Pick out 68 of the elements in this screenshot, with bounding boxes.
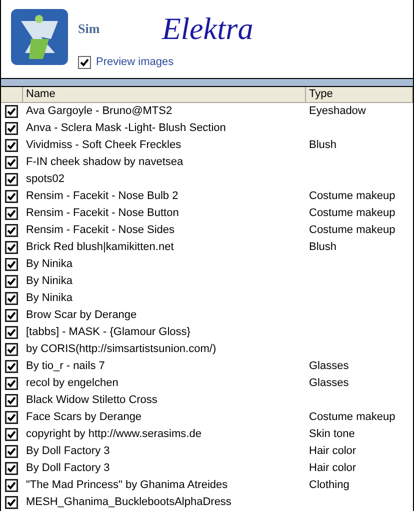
item-name: by CORIS(http://simsartistsunion.com/): [26, 343, 216, 356]
item-name: Ava Gargoyle - Bruno@MTS2: [26, 105, 172, 118]
row-checkbox[interactable]: [5, 462, 18, 475]
row-checkbox[interactable]: [5, 326, 18, 339]
item-name: Brick Red blush|kamikitten.net: [26, 241, 174, 254]
item-type: Glasses: [309, 360, 349, 372]
item-name: "The Mad Princess" by Ghanima Atreides: [26, 479, 228, 492]
sim-name: Elektra: [162, 10, 254, 48]
item-type: Hair color: [309, 445, 356, 458]
row-checkbox[interactable]: [5, 190, 18, 203]
item-name: recol by engelchen: [26, 377, 118, 390]
item-name: Brow Scar by Derange: [26, 309, 137, 322]
item-type: Costume makeup: [309, 224, 396, 236]
row-checkbox[interactable]: [5, 377, 18, 390]
row-checkbox[interactable]: [5, 258, 18, 271]
item-name: By tio_r - nails 7: [26, 360, 105, 372]
checkbox-label: Preview images: [96, 55, 174, 70]
row-checkbox[interactable]: [5, 309, 18, 322]
item-name: Black Widow Stiletto Cross: [26, 394, 158, 406]
row-checkbox[interactable]: [5, 496, 18, 509]
row-checkbox[interactable]: [5, 105, 18, 118]
item-name: F-IN cheek shadow by navetsea: [26, 156, 184, 168]
item-type: Glasses: [309, 377, 349, 390]
item-type: Blush: [309, 139, 337, 152]
item-name: By Doll Factory 3: [26, 462, 110, 474]
item-name: MESH_Ghanima_BucklebootsAlphaDress: [26, 496, 232, 508]
row-checkbox[interactable]: [5, 139, 18, 152]
item-type: Costume makeup: [309, 411, 396, 424]
row-checkbox[interactable]: [5, 292, 18, 305]
item-name: Rensim - Facekit - Nose Sides: [26, 224, 175, 236]
sim-label: Sim: [78, 20, 101, 38]
row-checkbox[interactable]: [5, 394, 18, 407]
item-type: Eyeshadow: [309, 105, 366, 118]
item-name: Vividmiss - Soft Cheek Freckles: [26, 139, 182, 152]
item-type: Costume makeup: [309, 190, 396, 202]
item-name: Rensim - Facekit - Nose Bulb 2: [26, 190, 178, 202]
row-checkbox[interactable]: [5, 173, 18, 186]
item-name: Face Scars by Derange: [26, 411, 142, 424]
item-name: By Ninika: [26, 258, 72, 270]
item-type: Costume makeup: [309, 207, 396, 220]
row-checkbox[interactable]: [5, 343, 18, 356]
item-type: Blush: [309, 241, 337, 254]
item-name: [tabbs] - MASK - {Glamour Gloss}: [26, 326, 190, 338]
item-type: Skin tone: [309, 428, 355, 440]
item-type: Clothing: [309, 479, 350, 492]
row-checkbox[interactable]: [5, 241, 18, 254]
row-checkbox[interactable]: [5, 224, 18, 237]
item-name: Anva - Sclera Mask -Light- Blush Section: [26, 122, 226, 134]
column-header[interactable]: Type: [306, 87, 413, 102]
row-checkbox[interactable]: [5, 275, 18, 288]
item-name: By Ninika: [26, 275, 72, 288]
row-checkbox[interactable]: [5, 428, 18, 441]
row-checkbox[interactable]: [5, 156, 18, 169]
item-name: copyright by http://www.serasims.de: [26, 428, 202, 440]
item-name: By Doll Factory 3: [26, 445, 110, 458]
row-checkbox[interactable]: [5, 445, 18, 458]
row-checkbox[interactable]: [5, 411, 18, 424]
row-checkbox[interactable]: [5, 122, 18, 135]
item-type: Hair color: [309, 462, 356, 474]
game-logo-icon: [11, 9, 68, 65]
item-name: Rensim - Facekit - Nose Button: [26, 207, 179, 220]
preview-images-checkbox[interactable]: [78, 56, 91, 69]
row-checkbox[interactable]: [5, 360, 18, 373]
item-name: spots02: [26, 173, 65, 186]
item-name: By Ninika: [26, 292, 72, 304]
row-checkbox[interactable]: [5, 479, 18, 492]
column-header[interactable]: Name: [23, 87, 306, 102]
row-checkbox[interactable]: [5, 207, 18, 220]
